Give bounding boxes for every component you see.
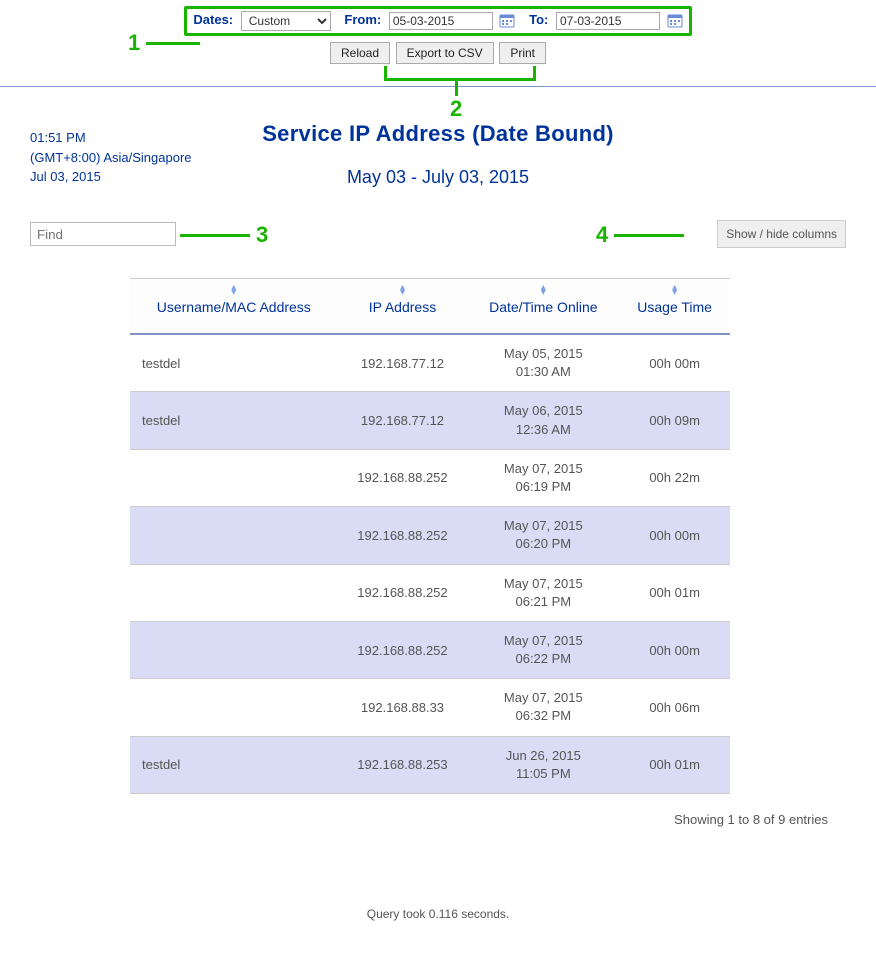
cell-datetime: May 05, 201501:30 AM xyxy=(467,334,619,392)
dates-select[interactable]: Custom xyxy=(241,11,331,31)
cell-user xyxy=(130,449,338,506)
table-row: testdel192.168.88.253Jun 26, 201511:05 P… xyxy=(130,736,730,793)
date-filter-box: Dates: Custom From: To: xyxy=(184,6,691,36)
cell-ip: 192.168.88.252 xyxy=(338,564,468,621)
cell-ip: 192.168.88.252 xyxy=(338,449,468,506)
annotation-line xyxy=(180,234,250,237)
col-label: Usage Time xyxy=(637,299,712,315)
cell-datetime: May 07, 201506:19 PM xyxy=(467,449,619,506)
showing-entries: Showing 1 to 8 of 9 entries xyxy=(0,812,828,827)
time-label: 01:51 PM xyxy=(30,128,192,148)
query-time: Query took 0.116 seconds. xyxy=(0,907,876,921)
dates-label: Dates: xyxy=(193,12,233,27)
search-input[interactable] xyxy=(30,222,176,246)
cell-ip: 192.168.88.252 xyxy=(338,621,468,678)
table-row: 192.168.88.252May 07, 201506:21 PM00h 01… xyxy=(130,564,730,621)
from-label: From: xyxy=(344,12,381,27)
timezone-label: (GMT+8:00) Asia/Singapore xyxy=(30,148,192,168)
sort-icon: ▴▾ xyxy=(400,285,405,295)
timestamp-block: 01:51 PM (GMT+8:00) Asia/Singapore Jul 0… xyxy=(30,128,192,187)
from-date-input[interactable] xyxy=(389,12,493,30)
to-label: To: xyxy=(529,12,548,27)
cell-datetime: May 07, 201506:20 PM xyxy=(467,507,619,564)
date-label: Jul 03, 2015 xyxy=(30,167,192,187)
cell-datetime: May 07, 201506:22 PM xyxy=(467,621,619,678)
annotation-3: 3 xyxy=(256,222,268,248)
cell-ip: 192.168.88.33 xyxy=(338,679,468,736)
table-row: 192.168.88.252May 07, 201506:22 PM00h 00… xyxy=(130,621,730,678)
cell-user: testdel xyxy=(130,334,338,392)
cell-ip: 192.168.88.253 xyxy=(338,736,468,793)
cell-datetime: May 07, 201506:32 PM xyxy=(467,679,619,736)
sort-icon: ▴▾ xyxy=(541,285,546,295)
annotation-bracket xyxy=(384,66,536,81)
sort-icon: ▴▾ xyxy=(231,285,236,295)
col-label: IP Address xyxy=(369,299,436,315)
cell-usage: 00h 06m xyxy=(619,679,730,736)
cell-user: testdel xyxy=(130,392,338,449)
show-hide-columns-button[interactable]: Show / hide columns xyxy=(717,220,846,248)
cell-ip: 192.168.77.12 xyxy=(338,334,468,392)
table-row: testdel192.168.77.12May 06, 201512:36 AM… xyxy=(130,392,730,449)
results-table: ▴▾ Username/MAC Address ▴▾ IP Address ▴▾ Da… xyxy=(130,278,730,794)
cell-user xyxy=(130,564,338,621)
cell-usage: 00h 00m xyxy=(619,507,730,564)
annotation-line xyxy=(614,234,684,237)
table-row: testdel192.168.77.12May 05, 201501:30 AM… xyxy=(130,334,730,392)
cell-usage: 00h 01m xyxy=(619,564,730,621)
cell-usage: 00h 01m xyxy=(619,736,730,793)
cell-usage: 00h 09m xyxy=(619,392,730,449)
reload-button[interactable]: Reload xyxy=(330,42,390,64)
cell-user xyxy=(130,679,338,736)
cell-datetime: May 06, 201512:36 AM xyxy=(467,392,619,449)
cell-usage: 00h 00m xyxy=(619,621,730,678)
cell-datetime: May 07, 201506:21 PM xyxy=(467,564,619,621)
table-row: 192.168.88.33May 07, 201506:32 PM00h 06m xyxy=(130,679,730,736)
col-label: Date/Time Online xyxy=(489,299,597,315)
cell-usage: 00h 00m xyxy=(619,334,730,392)
annotation-4: 4 xyxy=(596,222,608,248)
calendar-icon[interactable] xyxy=(667,13,683,29)
cell-user xyxy=(130,507,338,564)
cell-ip: 192.168.88.252 xyxy=(338,507,468,564)
cell-user xyxy=(130,621,338,678)
cell-datetime: Jun 26, 201511:05 PM xyxy=(467,736,619,793)
print-button[interactable]: Print xyxy=(499,42,546,64)
annotation-2: 2 xyxy=(450,96,462,122)
col-datetime[interactable]: ▴▾ Date/Time Online xyxy=(467,279,619,335)
annotation-line xyxy=(455,78,458,96)
col-ip[interactable]: ▴▾ IP Address xyxy=(338,279,468,335)
cell-usage: 00h 22m xyxy=(619,449,730,506)
export-csv-button[interactable]: Export to CSV xyxy=(396,42,494,64)
col-label: Username/MAC Address xyxy=(157,299,311,315)
col-username[interactable]: ▴▾ Username/MAC Address xyxy=(130,279,338,335)
separator xyxy=(0,86,876,87)
sort-icon: ▴▾ xyxy=(672,285,677,295)
table-row: 192.168.88.252May 07, 201506:19 PM00h 22… xyxy=(130,449,730,506)
col-usage[interactable]: ▴▾ Usage Time xyxy=(619,279,730,335)
cell-user: testdel xyxy=(130,736,338,793)
cell-ip: 192.168.77.12 xyxy=(338,392,468,449)
table-row: 192.168.88.252May 07, 201506:20 PM00h 00… xyxy=(130,507,730,564)
to-date-input[interactable] xyxy=(556,12,660,30)
calendar-icon[interactable] xyxy=(499,13,515,29)
